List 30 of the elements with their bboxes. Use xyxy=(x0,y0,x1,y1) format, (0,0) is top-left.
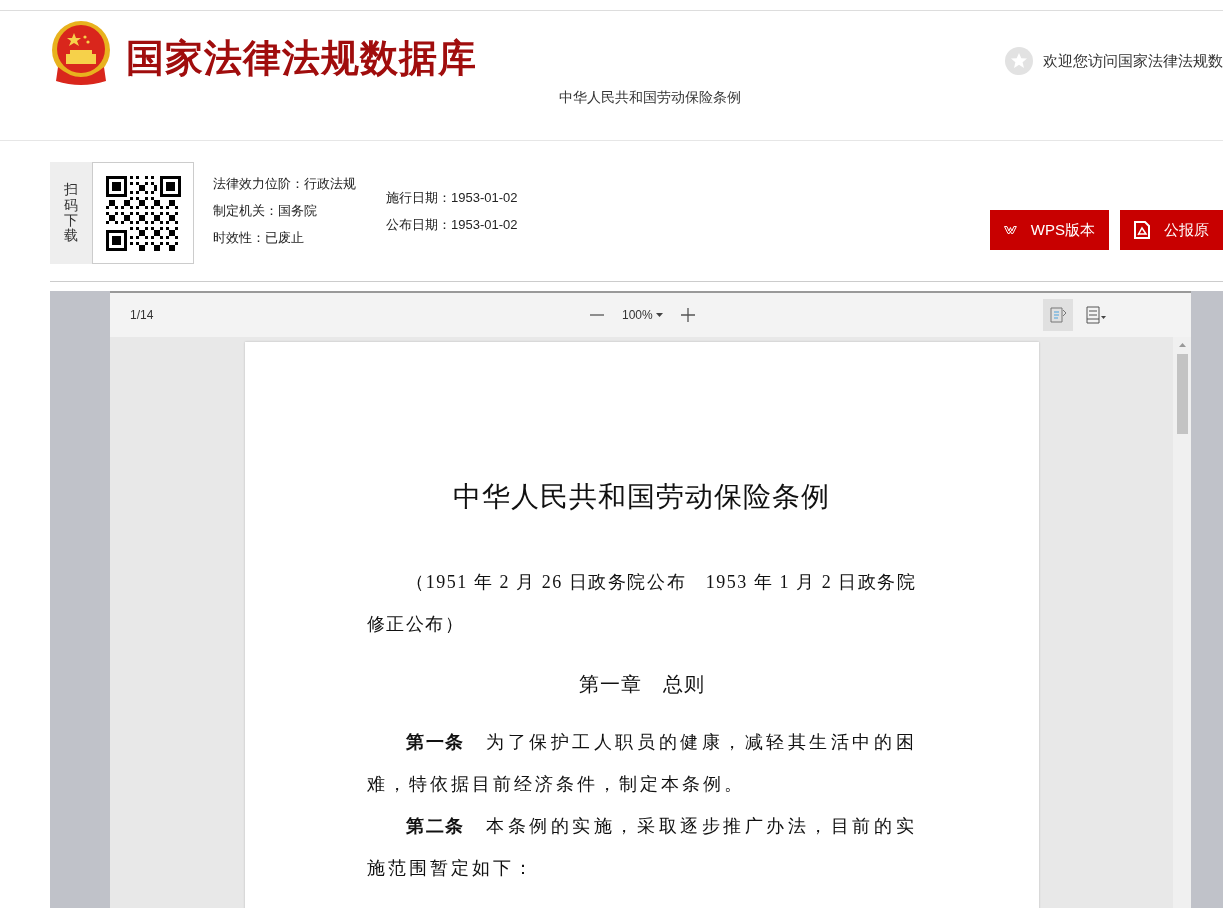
zoom-in-button[interactable] xyxy=(680,308,695,322)
site-title: 国家法律法规数据库 xyxy=(126,36,477,81)
chapter-heading: 第一章 总则 xyxy=(577,672,706,697)
wps-version-button[interactable]: WPS版本 xyxy=(990,210,1109,250)
info-text: 时效性：已废止 xyxy=(213,229,305,247)
info-text: 制定机关：国务院 xyxy=(213,202,318,220)
reading-view-icon xyxy=(1049,306,1067,324)
info-text: 法律效力位阶：行政法规 xyxy=(213,175,356,193)
scroll-up-icon[interactable] xyxy=(1179,343,1186,347)
scan-download-label: 扫码下载 xyxy=(50,162,92,264)
article-paragraph: 第二条 本条例的实施，采取逐步推广办法，目前的实施范围暂定如下： xyxy=(366,815,917,880)
info-text: 施行日期：1953-01-02 xyxy=(386,189,518,207)
reading-view-button[interactable] xyxy=(1043,299,1073,331)
minus-icon xyxy=(590,314,604,316)
pdf-file-icon xyxy=(1134,221,1150,239)
document-note: （1951 年 2 月 26 日政务院公布 1953 年 1 月 2 日政务院修正公布） xyxy=(366,571,917,636)
article-paragraph: 第一条 为了保护工人职员的健康，减轻其生活中的困难，特依据目前经济条件，制定本条例。 xyxy=(366,731,917,796)
zoom-level-dropdown[interactable]: 100% xyxy=(622,308,663,322)
pdf-version-button[interactable]: 公报原 xyxy=(1120,210,1223,250)
plus-icon xyxy=(680,308,695,322)
document-title: 中华人民共和国劳动保险条例 xyxy=(558,89,742,107)
scrollbar-thumb[interactable] xyxy=(1177,354,1188,434)
info-text: 公布日期：1953-01-02 xyxy=(386,216,518,234)
scrollbar[interactable] xyxy=(1173,337,1191,908)
national-emblem-icon xyxy=(50,21,112,85)
page-indicator: 1/14 xyxy=(130,308,154,322)
document-heading: 中华人民共和国劳动保险条例 xyxy=(452,480,831,514)
caret-icon xyxy=(655,313,663,317)
welcome-text: 欢迎您访问国家法律法规数 xyxy=(1043,51,1223,71)
page-view-icon xyxy=(1085,306,1107,324)
